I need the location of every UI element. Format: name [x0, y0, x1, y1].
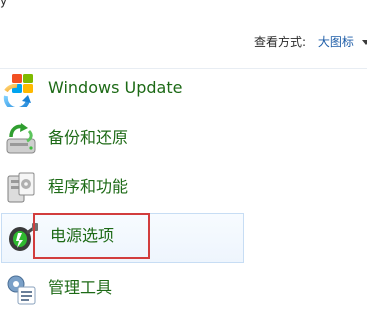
- view-by-control[interactable]: 查看方式: 大图标: [254, 33, 367, 50]
- control-panel-item-programs-features[interactable]: 程序和功能: [0, 165, 367, 211]
- view-by-value[interactable]: 大图标: [318, 35, 354, 49]
- item-label: 备份和还原: [48, 128, 129, 147]
- item-label: 电源选项: [50, 226, 115, 245]
- power-options-icon: [9, 223, 38, 251]
- programs-features-icon: [7, 172, 35, 203]
- view-by-label: 查看方式:: [254, 35, 307, 49]
- admin-tools-icon: [7, 275, 36, 305]
- control-panel-item-windows-update[interactable]: Windows Update: [0, 66, 367, 112]
- control-panel-item-admin-tools[interactable]: 管理工具: [0, 266, 367, 312]
- control-panel-item-backup-restore[interactable]: 备份和还原: [0, 116, 367, 162]
- item-label: Windows Update: [48, 78, 183, 97]
- control-panel-item-power-options[interactable]: 电源选项: [1, 213, 244, 263]
- windows-update-icon: [3, 74, 33, 107]
- item-label: 程序和功能: [48, 177, 129, 196]
- backup-restore-icon: [6, 123, 36, 154]
- window-edge-glyph: y: [0, 0, 8, 8]
- item-label: 管理工具: [48, 278, 113, 297]
- chevron-down-icon[interactable]: [361, 40, 367, 45]
